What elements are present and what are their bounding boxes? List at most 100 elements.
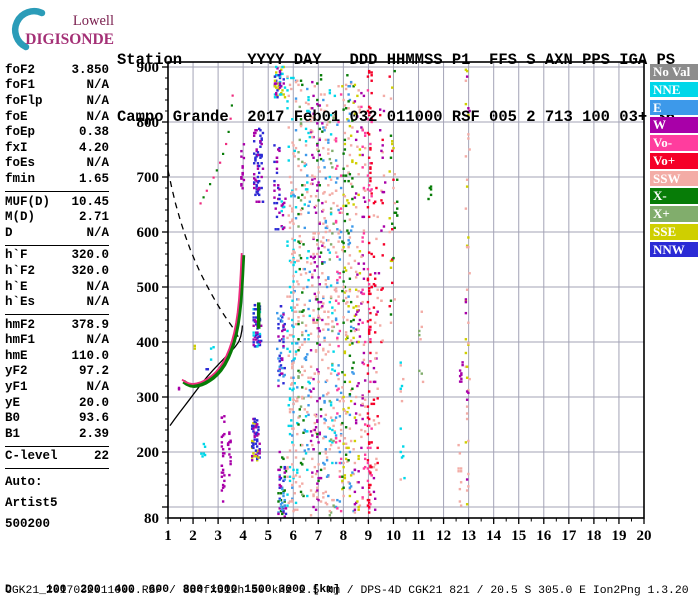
param-row: hmF1 N/A	[5, 333, 109, 349]
param-label: M(D)	[5, 210, 36, 225]
param-value: 0.38	[78, 125, 109, 140]
param-value: 320.0	[71, 263, 109, 278]
param-row: B1 2.39	[5, 426, 109, 442]
legend-item-nne: NNE	[650, 81, 698, 98]
f-trace-overlay	[181, 253, 243, 385]
legend-item-sse: SSE	[650, 224, 698, 240]
param-label: foF2	[5, 62, 36, 77]
lowell-digisonde-logo: Lowell DIGISONDE	[6, 6, 118, 54]
param-row: fmin 1.65	[5, 171, 109, 187]
legend-item-e: E	[650, 99, 698, 116]
param-group: MUF(D) 10.45 M(D) 2.71 D N/A	[5, 190, 109, 243]
param-group: foF2 3.850 foF1 N/A foFlp N/A foE N/A foEp 0.38 fx…	[5, 60, 109, 189]
param-label: C-level	[5, 449, 58, 464]
x-tick-label: 5	[264, 528, 272, 544]
param-row: B0 93.6	[5, 410, 109, 426]
param-value: 10.45	[71, 194, 109, 209]
y-tick-label: 700	[137, 170, 160, 186]
x-tick-label: 13	[461, 528, 476, 544]
x-tick-label: 10	[386, 528, 401, 544]
x-tick-label: 9	[365, 528, 373, 544]
param-label: foF1	[5, 78, 36, 93]
param-value: 2.39	[78, 426, 109, 441]
param-row: Artist5	[5, 492, 109, 513]
param-value: N/A	[86, 156, 109, 171]
x-tick-label: 8	[340, 528, 348, 544]
legend-item-vo-: Vo-	[650, 135, 698, 151]
station-header: Station YYYY DAY DDD HHMMSS P1 FFS S AXN…	[117, 13, 675, 165]
digisonde-ionogram-app: 900 800 700 600 500 400 300 200 80 1 2 3 4 5 6 7 8 9 10 11 1…	[0, 0, 700, 600]
parameter-panel: foF2 3.850 foF1 N/A foFlp N/A foE N/A foEp 0.38 fx…	[5, 60, 109, 536]
param-value: 3.850	[71, 62, 109, 77]
x-tick-label: 19	[611, 528, 626, 544]
y-tick-label: 80	[144, 511, 159, 527]
param-value: 97.2	[78, 364, 109, 379]
param-group: hmF2 378.9 hmF1 N/A hmE 110.0 yF2 97.2 yF1 N/A yE 2…	[5, 313, 109, 444]
param-row: M(D) 2.71	[5, 209, 109, 225]
x-tick-label: 20	[637, 528, 652, 544]
param-label: h`Es	[5, 295, 36, 310]
x-tick-label: 12	[436, 528, 451, 544]
param-row: Auto:	[5, 471, 109, 492]
param-row: foEp 0.38	[5, 124, 109, 140]
param-value: 20.0	[78, 395, 109, 410]
legend-item-vo+: Vo+	[650, 152, 698, 169]
x-tick-label: 17	[561, 528, 577, 544]
param-label: hmF1	[5, 333, 36, 348]
legend-item-x-: X-	[650, 188, 698, 205]
x-tick-label: 16	[536, 528, 552, 544]
param-value: 1.65	[78, 171, 109, 186]
param-label: yE	[5, 395, 21, 410]
param-label: h`F	[5, 248, 28, 263]
param-value: N/A	[86, 225, 109, 240]
legend-item-noval: No Val	[650, 64, 698, 80]
legend-item-ssw: SSW	[650, 170, 698, 187]
param-label: B1	[5, 426, 21, 441]
param-row: foF1 N/A	[5, 78, 109, 94]
x-tick-label: 3	[214, 528, 222, 544]
param-row: fxI 4.20	[5, 140, 109, 156]
param-row: foFlp N/A	[5, 93, 109, 109]
param-label: foEp	[5, 125, 36, 140]
logo-bottom-text: DIGISONDE	[25, 31, 114, 48]
x-tick-label: 18	[586, 528, 601, 544]
param-label: MUF(D)	[5, 194, 51, 209]
param-row: yF2 97.2	[5, 364, 109, 380]
param-label: B0	[5, 411, 21, 426]
param-value: N/A	[86, 295, 109, 310]
param-row: D N/A	[5, 225, 109, 241]
param-value: N/A	[86, 380, 109, 395]
param-row: 500200	[5, 513, 109, 534]
y-tick-label: 200	[137, 445, 160, 461]
param-label: Artist5	[5, 495, 58, 510]
param-label: fmin	[5, 171, 36, 186]
param-label: Auto:	[5, 474, 43, 489]
param-label: foE	[5, 109, 28, 124]
param-row: foE N/A	[5, 109, 109, 125]
y-tick-label: 600	[137, 225, 160, 241]
header-field-labels: Station YYYY DAY DDD HHMMSS P1 FFS S AXN…	[117, 51, 676, 69]
param-label: fxI	[5, 140, 28, 155]
param-row: hmE 110.0	[5, 348, 109, 364]
param-value: 110.0	[71, 348, 109, 363]
param-group: C-level 22	[5, 445, 109, 467]
param-group: h`F 320.0 h`F2 320.0 h`E N/A h`Es N/A	[5, 244, 109, 312]
param-value: N/A	[86, 333, 109, 348]
param-value: 2.71	[78, 210, 109, 225]
param-value: N/A	[86, 78, 109, 93]
param-label: h`E	[5, 279, 28, 294]
param-label: hmF2	[5, 317, 36, 332]
legend-item-x+: X+	[650, 206, 698, 222]
x-tick-label: 7	[315, 528, 323, 544]
param-row: C-level 22	[5, 449, 109, 465]
param-label: D	[5, 225, 13, 240]
param-label: foEs	[5, 156, 36, 171]
x-tick-label: 6	[290, 528, 298, 544]
echo-direction-legend: No Val NNE E W Vo- Vo+ SSW X- X+ SSE NNW	[650, 64, 698, 260]
y-tick-label: 400	[137, 335, 160, 351]
param-label: yF2	[5, 364, 28, 379]
legend-item-w: W	[650, 117, 698, 133]
param-label: 500200	[5, 516, 51, 531]
param-row: hmF2 378.9	[5, 317, 109, 333]
param-value: 320.0	[71, 248, 109, 263]
